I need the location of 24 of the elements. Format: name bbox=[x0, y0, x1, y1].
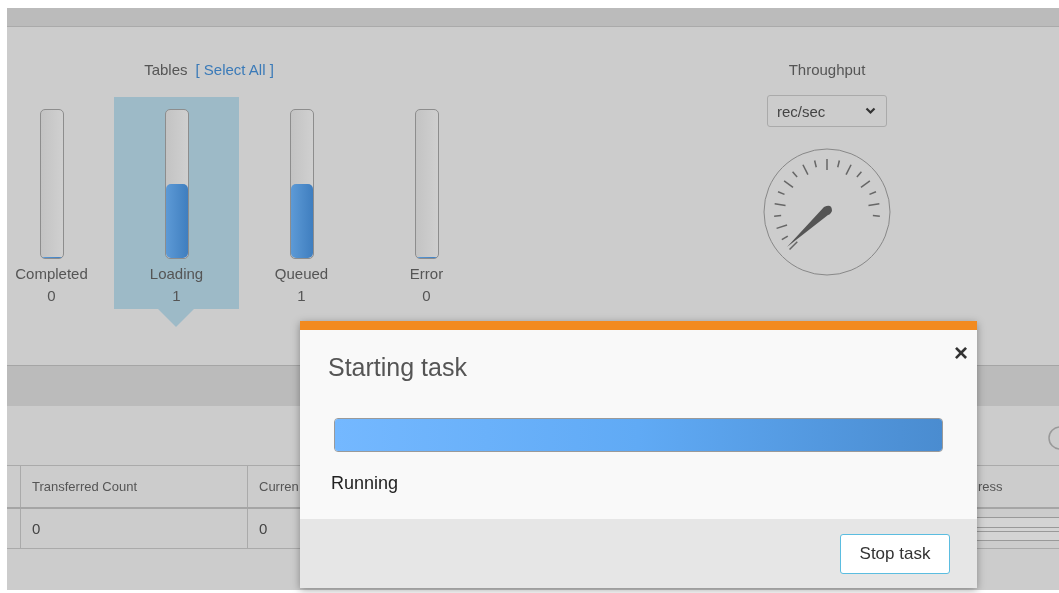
status-count: 1 bbox=[297, 287, 306, 305]
table-cell: 0 bbox=[21, 509, 248, 548]
status-label: Loading bbox=[149, 265, 204, 283]
chevron-down-icon bbox=[865, 107, 876, 115]
status-count: 1 bbox=[172, 287, 181, 305]
status-column[interactable]: Queued 1 bbox=[239, 97, 364, 309]
unit-dropdown[interactable]: rec/sec bbox=[767, 95, 887, 127]
status-label: Error bbox=[409, 265, 444, 283]
status-column[interactable]: Completed 0 bbox=[7, 97, 114, 309]
throughput-label: Throughput bbox=[788, 61, 866, 80]
status-count: 0 bbox=[422, 287, 431, 305]
column-header[interactable]: ress bbox=[978, 479, 1003, 494]
status-label: Completed bbox=[15, 265, 88, 283]
column-header[interactable]: Transferred Count bbox=[32, 479, 137, 494]
stop-task-button[interactable]: Stop task bbox=[840, 533, 950, 574]
status-count: 0 bbox=[47, 287, 56, 305]
status-text: Running bbox=[331, 472, 400, 494]
tables-label: Tables bbox=[144, 61, 188, 80]
close-icon[interactable]: × bbox=[954, 341, 968, 365]
column-header[interactable]: Curren bbox=[259, 479, 299, 494]
select-all-link[interactable]: [ Select All ] bbox=[195, 61, 274, 81]
status-column[interactable]: Error 0 bbox=[364, 97, 489, 309]
status-label: Queued bbox=[274, 265, 329, 283]
dialog-title: Starting task bbox=[328, 352, 467, 382]
